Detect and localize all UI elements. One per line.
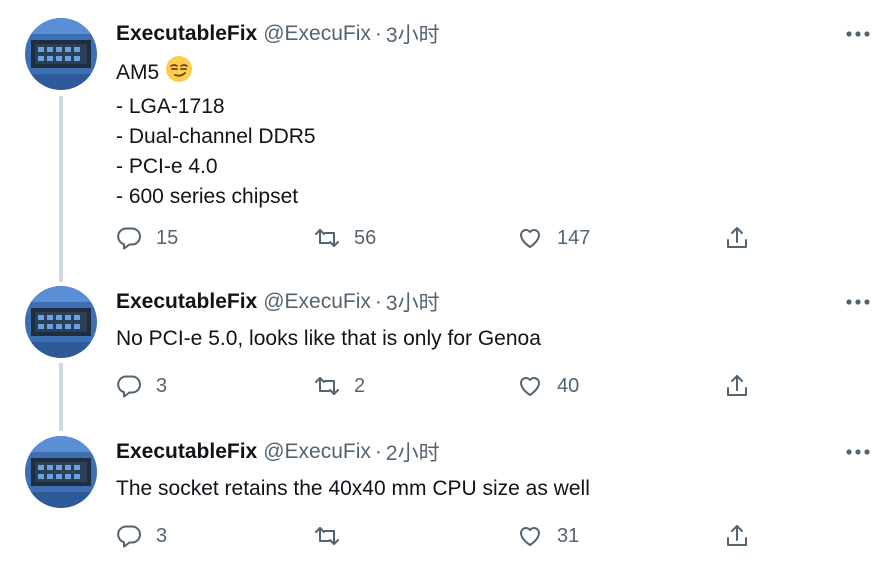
user-handle[interactable]: @ExecuFix <box>263 22 371 46</box>
separator-dot: · <box>374 22 382 45</box>
tweet-text-line: - LGA-1718 <box>116 95 225 118</box>
reply-count: 15 <box>156 226 179 249</box>
more-options-button[interactable] <box>844 290 872 314</box>
tweet-header: ExecutableFix @ExecuFix · 3小时 <box>116 18 440 50</box>
smirking-face-emoji-icon <box>165 55 193 92</box>
like-button[interactable]: 147 <box>517 221 590 255</box>
like-button[interactable]: 31 <box>517 519 579 553</box>
tweet-actions: 15 56 147 <box>0 221 894 255</box>
retweet-arrows-icon <box>315 527 339 545</box>
tweet[interactable]: ExecutableFix @ExecuFix · 2小时 The socket… <box>0 430 894 564</box>
heart-icon <box>520 527 540 546</box>
avatar[interactable] <box>25 18 97 90</box>
heart-icon <box>520 377 540 396</box>
speech-bubble-icon <box>117 525 141 548</box>
three-dots-icon <box>846 449 870 455</box>
tweet[interactable]: ExecutableFix @ExecuFix · 3小时 AM5 - LGA-… <box>0 0 894 280</box>
display-name[interactable]: ExecutableFix <box>116 290 257 314</box>
heart-icon <box>520 229 540 248</box>
separator-dot: · <box>374 290 382 313</box>
share-upload-icon <box>727 375 747 396</box>
speech-bubble-icon <box>117 227 141 250</box>
tweet-text-line: The socket retains the 40x40 mm CPU size… <box>116 477 590 500</box>
retweet-count: 56 <box>354 226 377 249</box>
more-options-button[interactable] <box>844 440 872 464</box>
tweet-text-line: - 600 series chipset <box>116 185 299 208</box>
more-options-button[interactable] <box>844 22 872 46</box>
tweet-text: No PCI-e 5.0, looks like that is only fo… <box>116 324 541 354</box>
reply-count: 3 <box>156 374 168 397</box>
timestamp[interactable]: 3小时 <box>386 287 440 317</box>
retweet-button[interactable]: 56 <box>314 221 376 255</box>
tweet[interactable]: ExecutableFix @ExecuFix · 3小时 No PCI-e 5… <box>0 280 894 430</box>
retweet-button[interactable]: 2 <box>314 369 365 403</box>
reply-button[interactable]: 15 <box>116 221 178 255</box>
tweet-text-line: AM5 <box>116 55 316 92</box>
like-count: 40 <box>557 374 580 397</box>
tweet-text-line: - PCI-e 4.0 <box>116 155 218 178</box>
reply-button[interactable]: 3 <box>116 369 167 403</box>
timestamp[interactable]: 2小时 <box>386 437 440 467</box>
like-count: 147 <box>557 226 591 249</box>
avatar[interactable] <box>25 436 97 508</box>
timestamp[interactable]: 3小时 <box>386 19 440 49</box>
tweet-text: AM5 - LGA-1718 - Dual-channel DDR5 - PCI… <box>116 55 316 212</box>
display-name[interactable]: ExecutableFix <box>116 440 257 464</box>
reply-button[interactable]: 3 <box>116 519 167 553</box>
avatar-image <box>25 18 97 90</box>
tweet-header: ExecutableFix @ExecuFix · 2小时 <box>116 436 440 468</box>
three-dots-icon <box>846 299 870 305</box>
avatar[interactable] <box>25 286 97 358</box>
tweet-text: The socket retains the 40x40 mm CPU size… <box>116 474 590 504</box>
share-upload-icon <box>727 525 747 546</box>
share-button[interactable] <box>724 221 750 255</box>
tweet-actions: 3 2 40 <box>0 369 894 403</box>
avatar-image <box>25 286 97 358</box>
user-handle[interactable]: @ExecuFix <box>263 290 371 314</box>
retweet-button[interactable] <box>314 519 354 553</box>
retweet-arrows-icon <box>315 377 339 395</box>
reply-count: 3 <box>156 524 168 547</box>
tweet-text-line: No PCI-e 5.0, looks like that is only fo… <box>116 327 541 350</box>
share-upload-icon <box>727 227 747 248</box>
like-count: 31 <box>557 524 580 547</box>
separator-dot: · <box>374 440 382 463</box>
tweet-actions: 3 31 <box>0 519 894 553</box>
display-name[interactable]: ExecutableFix <box>116 22 257 46</box>
tweet-text-line: - Dual-channel DDR5 <box>116 125 316 148</box>
retweet-arrows-icon <box>315 229 339 247</box>
avatar-image <box>25 436 97 508</box>
tweet-header: ExecutableFix @ExecuFix · 3小时 <box>116 286 440 318</box>
share-button[interactable] <box>724 519 750 553</box>
share-button[interactable] <box>724 369 750 403</box>
three-dots-icon <box>846 31 870 37</box>
speech-bubble-icon <box>117 375 141 398</box>
user-handle[interactable]: @ExecuFix <box>263 440 371 464</box>
retweet-count: 2 <box>354 374 366 397</box>
like-button[interactable]: 40 <box>517 369 579 403</box>
